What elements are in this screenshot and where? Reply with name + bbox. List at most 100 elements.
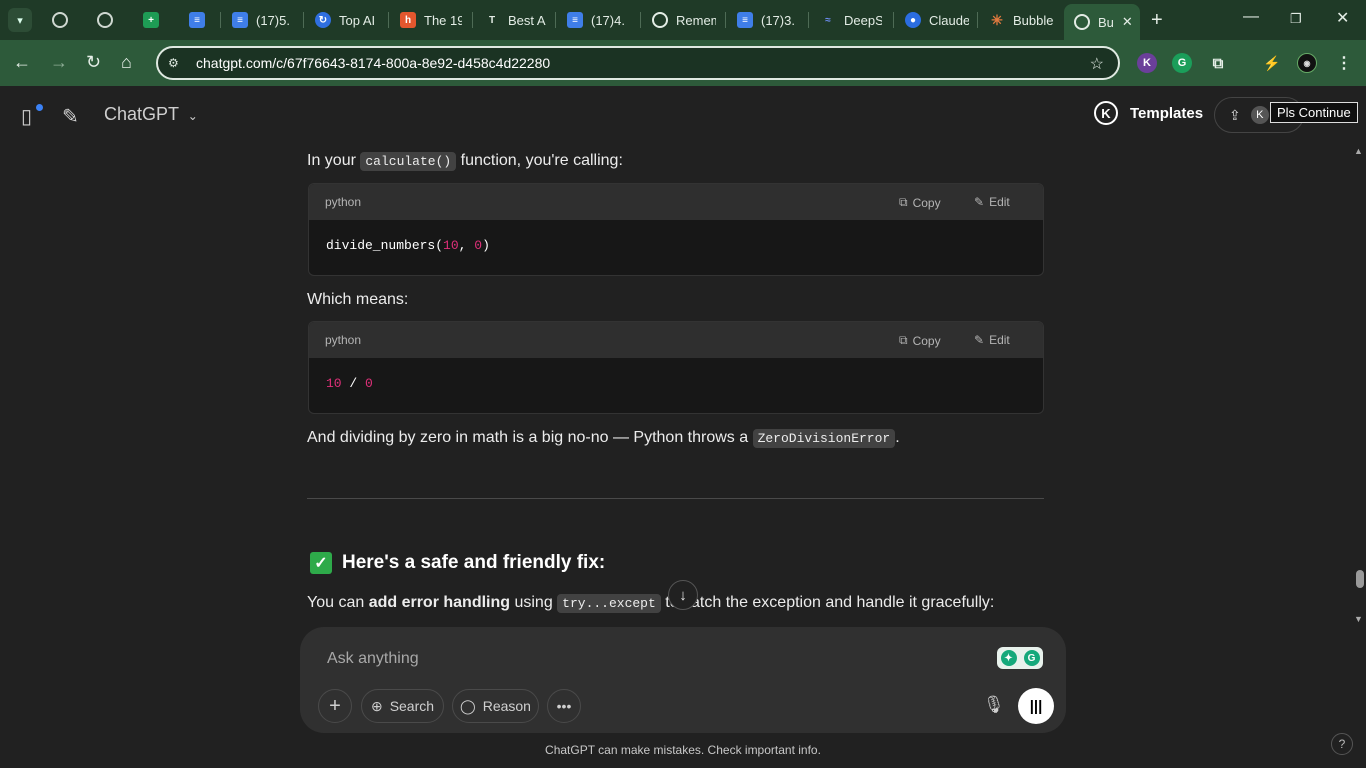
scrollbar[interactable]: ▲ ▼ <box>1352 144 1366 628</box>
browser-toolbar: ← → ↻ ⌂ ⚙ chatgpt.com/c/67f76643-8174-80… <box>0 40 1366 86</box>
edit-label: Edit <box>989 195 1010 209</box>
pencil-icon: ✎ <box>974 333 985 347</box>
inline-code: ZeroDivisionError <box>752 429 896 448</box>
tab-label: Bubble <box>1013 12 1053 28</box>
text: to catch the exception and handle it gra… <box>660 594 995 611</box>
grammarly-widget[interactable]: ✦ G <box>997 647 1043 669</box>
forward-button[interactable]: → <box>50 52 68 73</box>
tab-docs[interactable]: ≡ <box>189 6 209 34</box>
code-number: 10 <box>443 238 459 253</box>
tab-globe-1[interactable] <box>52 6 72 34</box>
browser-tab-strip: ▾ + ≡ ≡ (17)5. E ↻ Top AI h The 19 T Bes… <box>0 0 1366 40</box>
pencil-icon: ✎ <box>974 195 985 209</box>
upload-icon: ⇪ <box>1229 106 1241 123</box>
edit-label: Edit <box>989 333 1010 347</box>
google-sheets-icon: + <box>143 12 159 28</box>
templates-button[interactable]: K Templates <box>1094 101 1203 125</box>
reload-button[interactable]: ↻ <box>86 52 101 73</box>
site-info-icon[interactable]: ⚙ <box>168 56 184 70</box>
globe-icon: ⊕ <box>370 697 383 714</box>
k-badge-icon: K <box>1250 106 1269 124</box>
ellipsis-icon: ••• <box>556 698 572 714</box>
tab-doc-4[interactable]: ≡ (17)4. I <box>567 6 629 34</box>
prompt-input[interactable]: Ask anything <box>327 650 419 668</box>
tab-active[interactable]: Bu ✕ <box>1064 4 1140 40</box>
code-block-header: python ⧉ Copy ✎ Edit <box>309 322 1043 358</box>
tab-doc-3[interactable]: ≡ (17)3. C <box>737 6 799 34</box>
hubspot-icon: h <box>400 12 416 28</box>
sidebar-toggle-icon[interactable]: ▯ <box>21 104 32 129</box>
home-button[interactable]: ⌂ <box>121 52 132 73</box>
code-token: divide_numbers( <box>326 238 444 253</box>
tab-best-ai[interactable]: T Best AI <box>484 6 546 34</box>
tab-doc-5[interactable]: ≡ (17)5. E <box>232 6 294 34</box>
scrollbar-thumb[interactable] <box>1356 570 1364 588</box>
voice-mode-button[interactable]: ||| <box>1018 688 1054 724</box>
paragraph-zero-division: And dividing by zero in math is a big no… <box>307 426 900 451</box>
code-content: 10 / 0 <box>309 358 1043 413</box>
tab-the-19[interactable]: h The 19 <box>400 6 462 34</box>
heading-text: Here's a safe and friendly fix: <box>342 552 606 573</box>
edit-button[interactable]: ✎ Edit <box>974 333 1010 347</box>
text: And dividing by zero in math is a big no… <box>307 429 753 446</box>
new-tab-button[interactable]: + <box>1151 9 1163 32</box>
extensions-puzzle-icon[interactable]: ⧉ <box>1208 53 1228 73</box>
notification-dot <box>36 104 43 111</box>
tab-search-button[interactable]: ▾ <box>8 8 32 32</box>
tab-sheets[interactable]: + <box>143 6 163 34</box>
extension-k-icon[interactable]: K <box>1137 53 1157 73</box>
tab-top-ai[interactable]: ↻ Top AI <box>315 6 377 34</box>
grammarly-extension-icon[interactable]: G <box>1172 53 1192 73</box>
lightbulb-icon: ◯ <box>460 697 476 714</box>
back-button[interactable]: ← <box>13 52 31 73</box>
search-button[interactable]: ⊕ Search <box>361 689 444 723</box>
help-button[interactable]: ? <box>1331 733 1353 755</box>
tab-label: Claude <box>929 12 969 28</box>
browser-menu-icon[interactable]: ⋮ <box>1334 53 1354 73</box>
performance-icon[interactable]: ⚡ <box>1262 53 1282 73</box>
check-mark-icon: ✓ <box>310 552 332 574</box>
divider <box>307 498 1044 499</box>
tab-claude[interactable]: ● Claude <box>905 6 969 34</box>
google-docs-icon: ≡ <box>232 12 248 28</box>
reason-button[interactable]: ◯ Reason <box>452 689 539 723</box>
profile-avatar[interactable]: ◉ <box>1297 53 1317 73</box>
new-chat-icon[interactable]: ✎ <box>62 104 79 129</box>
tab-label: DeepS <box>844 12 882 28</box>
inline-code: try...except <box>557 594 661 613</box>
model-selector[interactable]: ChatGPT ⌄ <box>104 104 198 125</box>
code-content: divide_numbers(10, 0) <box>309 220 1043 275</box>
tab-deepseek[interactable]: ≈ DeepS <box>820 6 882 34</box>
tooltip: Pls Continue <box>1270 102 1358 123</box>
bookmark-star-icon[interactable]: ☆ <box>1090 54 1104 74</box>
tab-bubble[interactable]: ✳ Bubble <box>989 6 1053 34</box>
tab-remem[interactable]: Remem <box>652 6 716 34</box>
code-number: 0 <box>474 238 483 253</box>
edit-button[interactable]: ✎ Edit <box>974 195 1010 209</box>
scroll-down-icon[interactable]: ▼ <box>1354 614 1363 624</box>
tab-label: The 19 <box>424 12 462 28</box>
scroll-to-bottom-button[interactable]: ↓ <box>668 580 698 610</box>
copy-button[interactable]: ⧉ Copy <box>899 195 941 210</box>
minimize-icon[interactable]: — <box>1243 8 1259 26</box>
attach-button[interactable]: + <box>318 689 352 723</box>
close-icon[interactable]: ✕ <box>1122 14 1133 30</box>
microphone-icon[interactable]: 🎙 <box>983 695 1005 715</box>
bulb-icon: ✦ <box>1000 650 1017 666</box>
url-text[interactable]: chatgpt.com/c/67f76643-8174-800a-8e92-d4… <box>196 55 550 71</box>
more-tools-button[interactable]: ••• <box>547 689 581 723</box>
copy-button[interactable]: ⧉ Copy <box>899 333 941 348</box>
disclaimer: ChatGPT can make mistakes. Check importa… <box>545 743 821 757</box>
restore-icon[interactable]: ❐ <box>1290 11 1302 27</box>
arrow-down-icon: ↓ <box>679 586 687 604</box>
code-number: 10 <box>326 376 342 391</box>
tab-label: Remem <box>676 12 716 28</box>
address-bar[interactable]: ⚙ chatgpt.com/c/67f76643-8174-800a-8e92-… <box>156 46 1120 80</box>
tab-globe-2[interactable] <box>97 6 117 34</box>
close-window-icon[interactable]: ✕ <box>1336 8 1349 28</box>
globe-icon <box>52 12 68 28</box>
plus-icon: + <box>329 694 341 717</box>
scroll-up-icon[interactable]: ▲ <box>1354 146 1363 156</box>
copy-label: Copy <box>912 333 941 348</box>
text: . <box>895 429 900 446</box>
